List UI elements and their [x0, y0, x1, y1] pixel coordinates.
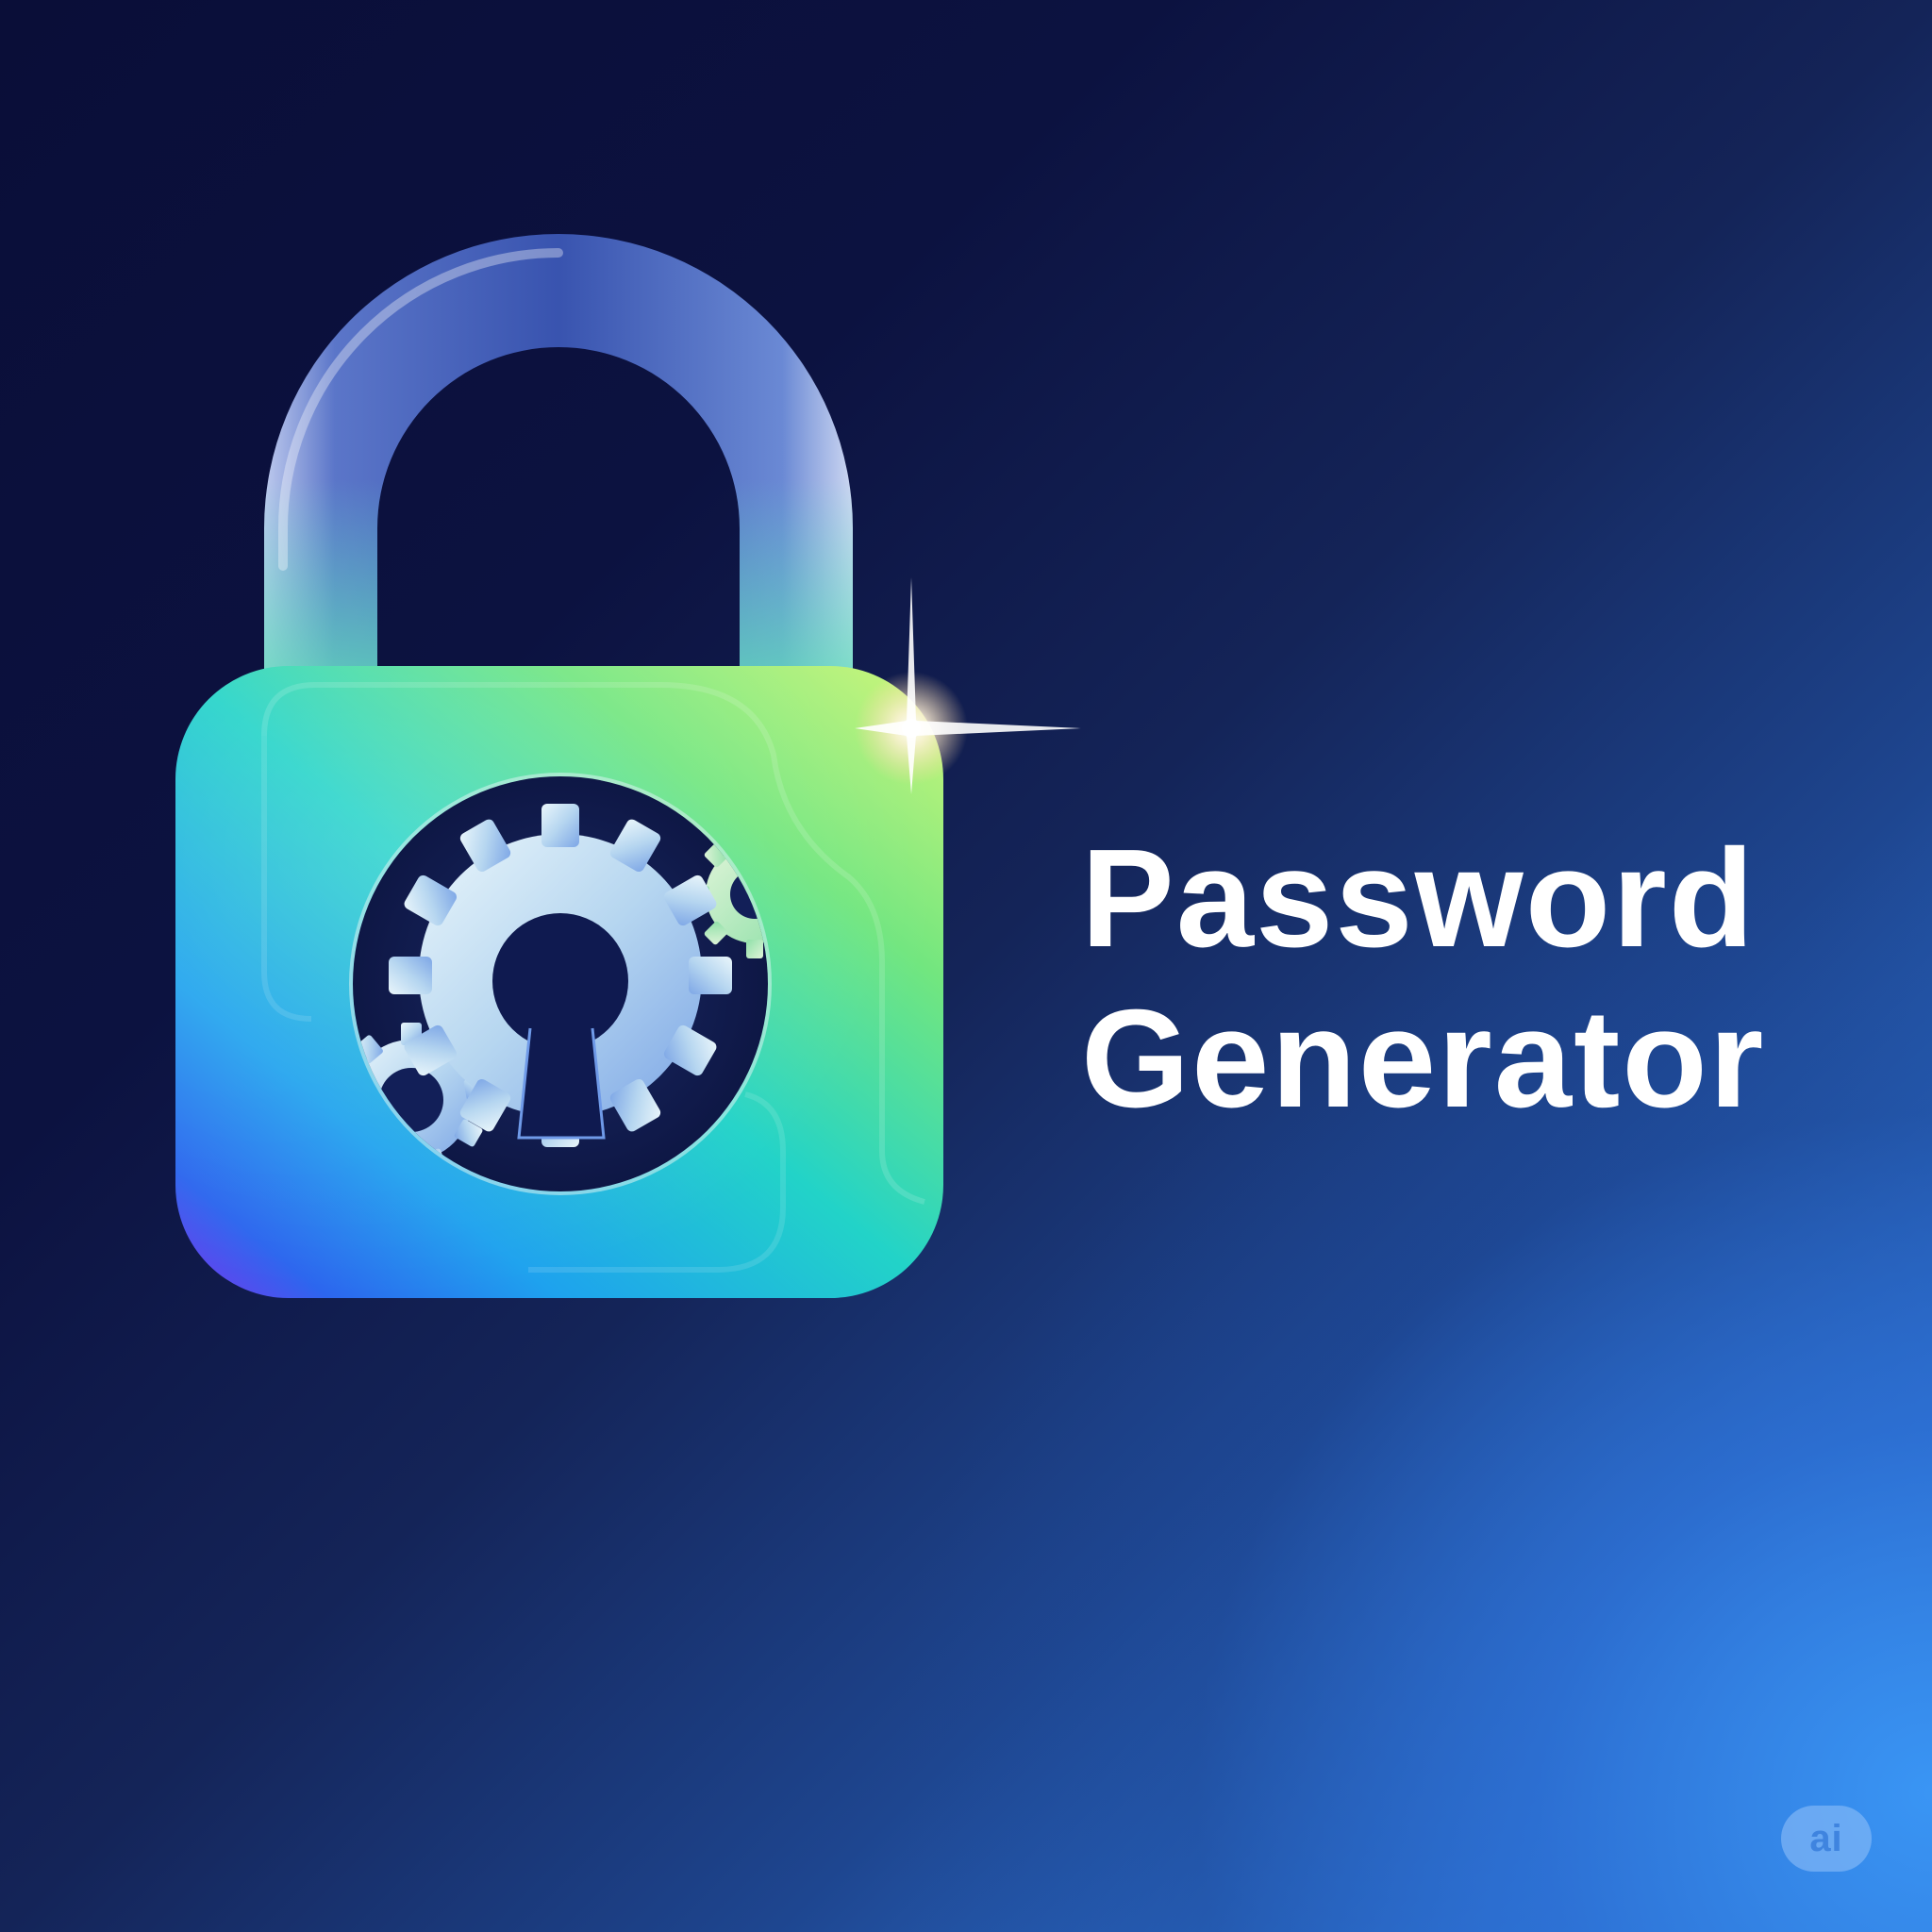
title-line-2: Generator — [1081, 981, 1766, 1137]
title-block: Password Generator — [1081, 819, 1892, 1140]
shackle — [264, 234, 853, 679]
ai-badge-label: ai — [1809, 1817, 1843, 1859]
sparkle-icon — [855, 577, 1081, 794]
padlock-icon — [175, 234, 1081, 1298]
title-line-1: Password — [1081, 821, 1757, 976]
ai-badge: ai — [1781, 1806, 1872, 1872]
